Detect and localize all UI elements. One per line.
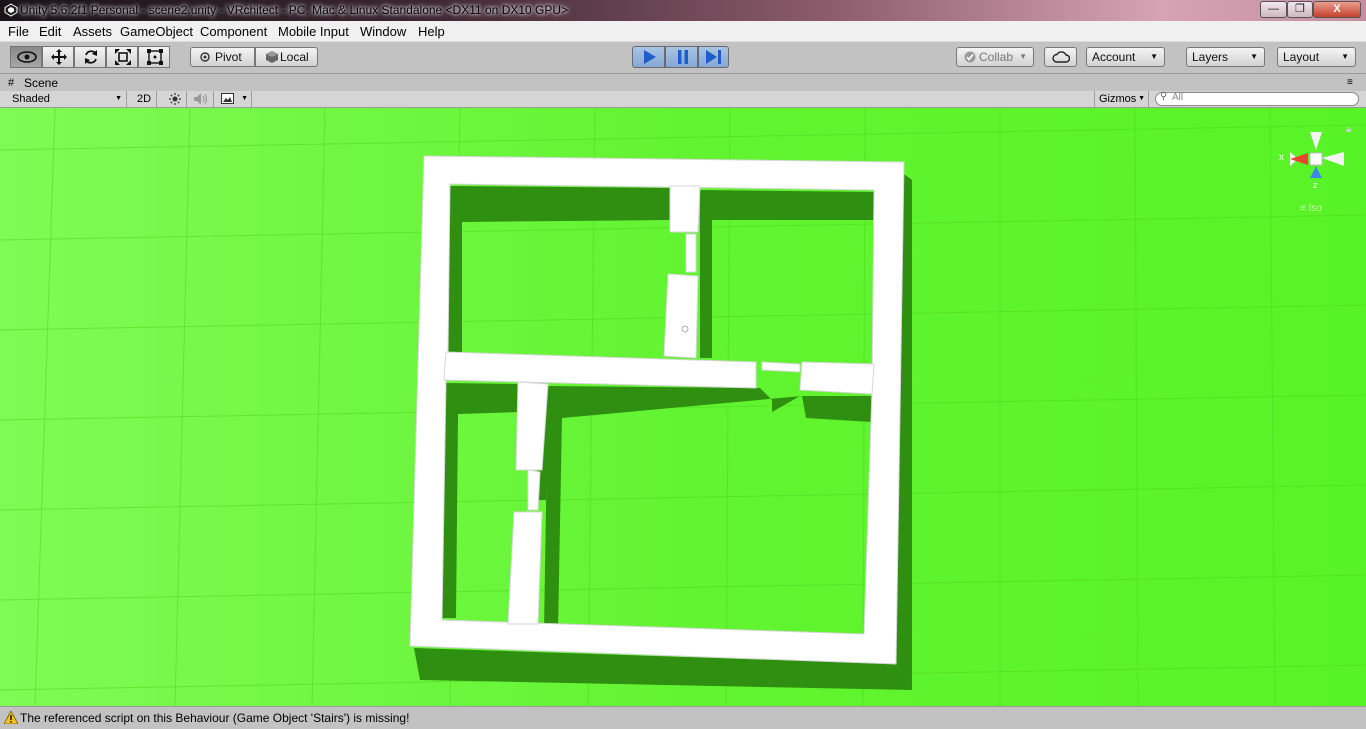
layers-dropdown[interactable]: Layers ▼ [1186,47,1265,67]
pause-icon [678,50,688,64]
toolbar: Pivot Local Collab ▼ Account ▼ Layers ▼ … [0,42,1366,74]
local-cube-icon [266,51,278,63]
rect-transform-icon [147,49,163,65]
view-mode-text: Iso [1308,203,1322,214]
scene-tab-strip: # Scene ≡ [0,75,1366,92]
local-toggle[interactable]: Local [255,47,318,67]
2d-toggle[interactable]: 2D [132,91,157,107]
search-placeholder: All [1172,92,1184,103]
z-axis-label: z [1313,180,1318,190]
chevron-down-icon: ▼ [1019,52,1027,61]
minimize-button[interactable]: — [1260,1,1287,18]
orientation-gizmo[interactable]: x z ≡ Iso 🔒︎ [1270,124,1360,226]
move-tool-button[interactable] [42,46,74,68]
collab-label: Collab [979,50,1014,64]
scene-viewport[interactable]: x z ≡ Iso 🔒︎ [0,108,1366,706]
lock-icon[interactable]: 🔒︎ [1346,124,1351,135]
lighting-toggle[interactable] [163,91,187,107]
panel-menu-icon[interactable]: ≡ [1347,77,1353,88]
menu-bar: File Edit Assets GameObject Component Mo… [0,21,1366,42]
cloud-button[interactable] [1044,47,1077,67]
play-button[interactable] [632,46,665,68]
chevron-down-icon: ▼ [1150,52,1158,61]
pivot-toggle[interactable]: Pivot [190,47,255,67]
menu-edit[interactable]: Edit [39,24,61,39]
gizmos-label: Gizmos [1099,93,1137,105]
status-message[interactable]: The referenced script on this Behaviour … [20,707,409,729]
menu-component[interactable]: Component [200,24,267,39]
pivot-label: Pivot [215,50,242,64]
menu-file[interactable]: File [8,24,29,39]
hand-tool-button[interactable] [10,46,42,68]
chevron-down-icon: ▼ [1341,52,1349,61]
tab-scene[interactable]: # Scene [5,75,65,92]
maximize-button[interactable]: ❐ [1287,1,1313,18]
rotate-icon [85,50,97,64]
scene-search-input[interactable]: ⚲ All [1155,91,1359,106]
scale-tool-button[interactable] [106,46,138,68]
speaker-icon [194,93,208,105]
image-icon [221,93,234,104]
chevron-down-icon: ▼ [115,95,122,102]
play-icon [644,50,656,64]
x-axis-label: x [1279,152,1284,163]
eye-icon [17,51,37,63]
title-bar: Unity 5.6.2f1 Personal - scene2.unity - … [0,0,1366,21]
rotate-tool-button[interactable] [74,46,106,68]
menu-help[interactable]: Help [418,24,445,39]
tab-scene-label: Scene [24,76,59,90]
step-icon [706,50,721,64]
shading-mode-dropdown[interactable]: Shaded ▼ [0,91,127,107]
move-arrows-icon [51,49,67,65]
view-mode-label: ≡ Iso [1300,203,1322,214]
layout-dropdown[interactable]: Layout ▼ [1277,47,1356,67]
check-circle-icon [964,51,976,63]
menu-assets[interactable]: Assets [73,24,112,39]
audio-toggle[interactable] [188,91,214,107]
scene-render [0,108,1366,706]
chevron-down-icon: ▼ [241,95,248,102]
pivot-icon [200,52,210,62]
warning-icon [4,711,18,724]
chevron-down-icon: ▼ [1138,95,1145,102]
cloud-icon [1052,51,1070,63]
step-button[interactable] [698,46,729,68]
rect-tool-button[interactable] [138,46,170,68]
local-label: Local [280,50,309,64]
unity-icon [4,3,18,17]
close-button[interactable]: X [1313,1,1361,18]
collab-button[interactable]: Collab ▼ [956,47,1034,67]
layout-label: Layout [1283,50,1320,64]
shading-mode-label: Shaded [12,93,50,105]
search-icon: ⚲ [1160,91,1168,102]
pause-button[interactable] [665,46,698,68]
gizmos-dropdown[interactable]: Gizmos ▼ [1094,91,1149,107]
effects-dropdown[interactable]: ▼ [216,91,252,107]
scale-icon [115,49,131,65]
grid-icon: # [8,77,15,89]
sun-icon [169,93,181,105]
layers-label: Layers [1192,50,1229,64]
menu-mobile-input[interactable]: Mobile Input [278,24,349,39]
account-label: Account [1092,50,1136,64]
menu-gameobject[interactable]: GameObject [120,24,193,39]
scene-toolbar: Shaded ▼ 2D ▼ Gizmos ▼ ⚲ All [0,91,1366,108]
status-bar: The referenced script on this Behaviour … [0,706,1366,728]
chevron-down-icon: ▼ [1250,52,1258,61]
window-title: Unity 5.6.2f1 Personal - scene2.unity - … [20,3,569,17]
account-dropdown[interactable]: Account ▼ [1086,47,1165,67]
menu-window[interactable]: Window [360,24,406,39]
